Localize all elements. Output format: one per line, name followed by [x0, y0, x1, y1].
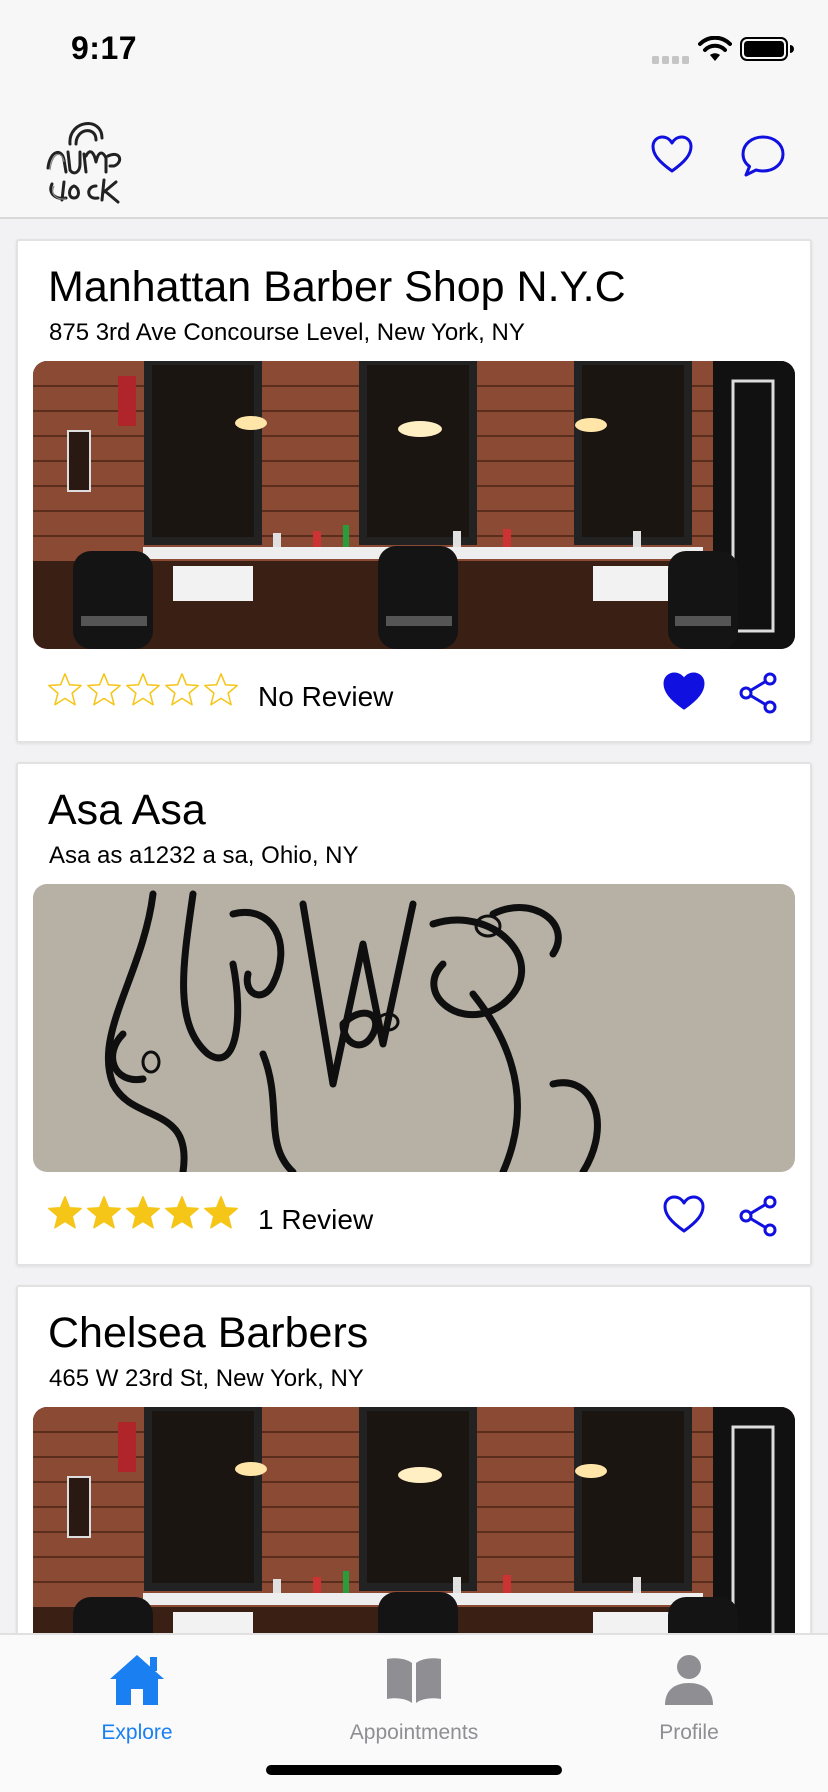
shop-feed[interactable]: Manhattan Barber Shop N.Y.C 875 3rd Ave …: [0, 221, 828, 1633]
star-filled-icon: [46, 1194, 84, 1232]
star-empty-icon: [124, 671, 162, 709]
shop-name: Asa Asa: [48, 786, 206, 834]
favorites-heart-icon[interactable]: [650, 134, 694, 174]
home-icon: [110, 1655, 164, 1705]
app-logo[interactable]: [40, 106, 136, 206]
favorite-heart-filled-icon[interactable]: [662, 671, 706, 711]
shop-card[interactable]: Manhattan Barber Shop N.Y.C 875 3rd Ave …: [16, 239, 812, 743]
shop-photo[interactable]: [33, 884, 795, 1172]
star-filled-icon: [163, 1194, 201, 1232]
star-rating: [46, 1194, 240, 1232]
home-indicator: [266, 1765, 562, 1775]
tab-appointments[interactable]: Appointments: [304, 1645, 524, 1755]
shop-photo[interactable]: [33, 361, 795, 649]
shop-card[interactable]: Chelsea Barbers 465 W 23rd St, New York,…: [16, 1285, 812, 1633]
tab-explore[interactable]: Explore: [27, 1645, 247, 1755]
book-icon: [387, 1658, 441, 1703]
star-empty-icon: [85, 671, 123, 709]
shop-card[interactable]: Asa Asa Asa as a1232 a sa, Ohio, NY 1 Re…: [16, 762, 812, 1266]
cellular-signal-icon: [652, 56, 689, 64]
star-empty-icon: [46, 671, 84, 709]
shop-name: Manhattan Barber Shop N.Y.C: [48, 263, 626, 311]
tab-profile[interactable]: Profile: [579, 1645, 799, 1755]
share-icon[interactable]: [736, 671, 780, 715]
battery-icon: [740, 37, 794, 61]
shop-address: Asa as a1232 a sa, Ohio, NY: [49, 842, 359, 869]
shop-address: 875 3rd Ave Concourse Level, New York, N…: [49, 319, 525, 346]
status-time: 9:17: [71, 30, 138, 66]
review-count[interactable]: No Review: [258, 681, 393, 713]
tab-label: Appointments: [349, 1721, 479, 1744]
star-empty-icon: [163, 671, 201, 709]
status-bar: 9:17: [0, 0, 828, 96]
tab-label: Explore: [101, 1721, 173, 1744]
wifi-icon: [698, 36, 732, 61]
star-filled-icon: [124, 1194, 162, 1232]
star-filled-icon: [202, 1194, 240, 1232]
shop-photo[interactable]: [33, 1407, 795, 1633]
star-filled-icon: [85, 1194, 123, 1232]
favorite-heart-outline-icon[interactable]: [662, 1194, 706, 1234]
star-rating: [46, 671, 240, 709]
review-count[interactable]: 1 Review: [258, 1204, 373, 1236]
tab-label: Profile: [659, 1721, 719, 1744]
shop-name: Chelsea Barbers: [48, 1309, 369, 1357]
person-icon: [665, 1655, 713, 1705]
share-icon[interactable]: [736, 1194, 780, 1238]
shop-address: 465 W 23rd St, New York, NY: [49, 1365, 364, 1392]
chat-icon[interactable]: [740, 134, 786, 178]
star-empty-icon: [202, 671, 240, 709]
nav-bar: [0, 96, 828, 219]
